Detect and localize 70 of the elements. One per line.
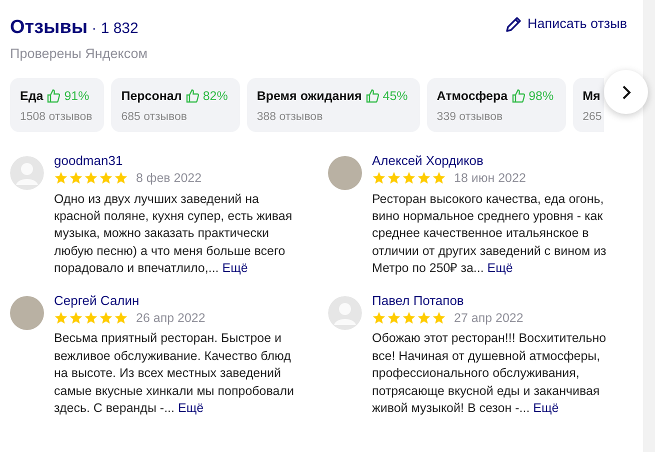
user-photo-placeholder (328, 156, 362, 190)
aspect-chip[interactable]: Атмосфера 98% 339 отзывов (426, 78, 566, 132)
star-icon (402, 171, 416, 186)
star-icon (99, 310, 113, 325)
star-icon (54, 310, 68, 325)
aspect-review-count: 265 (582, 110, 602, 124)
more-link[interactable]: Ещё (533, 400, 559, 415)
star-icon (372, 310, 386, 325)
star-icon (69, 310, 83, 325)
user-photo-placeholder (10, 296, 44, 330)
aspect-review-count: 339 отзывов (436, 110, 504, 124)
star-icon (114, 171, 128, 186)
aspect-chip[interactable]: Мя 265 (572, 78, 604, 132)
next-button[interactable] (604, 70, 648, 114)
aspect-chip[interactable]: Еда 91% 1508 отзывов (10, 78, 104, 132)
star-icon (84, 171, 98, 186)
star-icon (54, 171, 68, 186)
author-name[interactable]: goodman31 (54, 152, 306, 169)
star-icon (84, 310, 98, 325)
star-icon (387, 171, 401, 186)
review-date: 26 апр 2022 (136, 310, 206, 327)
aspect-chip[interactable]: Персонал 82% 685 отзывов (111, 78, 240, 132)
review-text: Обожаю этот ресторан!!! Восхитительно все! Начиная от душевной атмосферы, профессионального обслуживания, потрясающе вкусной еды и заканчивая живой музыкой! В сезон -... Ещё (372, 330, 608, 417)
star-icon (402, 310, 416, 325)
default-avatar (10, 156, 44, 190)
pencil-icon (504, 16, 522, 33)
more-link[interactable]: Ещё (487, 261, 513, 276)
aspect-review-count: 685 отзывов (121, 110, 188, 124)
aspect-label: Атмосфера (436, 88, 508, 105)
section-title: Отзывы (10, 16, 88, 40)
star-icon (99, 171, 113, 186)
aspect-percent: 45% (382, 88, 408, 105)
star-icon (432, 310, 446, 325)
review-text: Одно из двух лучших заведений на красной поляне, кухня супер, есть живая музыка, можно заказать практически любую песню) а что меня больше всего порадовало и впечатлило,... Ещё (54, 190, 294, 278)
author-name[interactable]: Сергей Салин (54, 292, 306, 309)
star-icon (69, 171, 83, 186)
review-text: Весьма приятный ресторан. Быстрое и вежливое обслуживание. Качество блюд на высоте. Из всех местных заведений самые вкусные хинкали мы попробовали здесь. С веранды -... Ещё (54, 330, 295, 417)
star-icon (387, 310, 401, 325)
star-icon (417, 171, 431, 186)
author-name[interactable]: Алексей Хордиков (372, 152, 624, 169)
review-text: Ресторан высокого качества, еда огонь, вино нормальное среднего уровня - как среднее качественное итальянское в отличии от других заведений с вином из Метро по 250₽ за... Ещё (372, 190, 608, 278)
aspect-review-count: 1508 отзывов (20, 110, 92, 124)
star-icon (432, 171, 446, 186)
more-link[interactable]: Ещё (222, 261, 248, 276)
aspect-chip[interactable]: Время ожидания 45% 388 отзывов (246, 78, 420, 132)
thumbs-up-icon (47, 89, 60, 104)
star-icon (114, 310, 128, 325)
aspect-percent: 91% (64, 88, 90, 105)
write-review-button[interactable]: Написать отзыв (504, 14, 627, 34)
aspect-label: Персонал (121, 88, 182, 105)
review-count: · 1 832 (92, 19, 138, 39)
default-avatar (328, 296, 362, 330)
aspect-label: Время ожидания (256, 88, 362, 105)
thumbs-up-icon (186, 89, 199, 104)
review-date: 18 июн 2022 (454, 170, 526, 187)
star-icon (372, 171, 386, 186)
aspect-review-count: 388 отзывов (256, 110, 324, 124)
star-icon (417, 310, 431, 325)
aspect-percent: 82% (202, 88, 228, 105)
aspect-percent: 98% (528, 88, 554, 105)
aspect-label: Мя (582, 88, 600, 105)
aspect-label: Еда (20, 88, 44, 105)
thumbs-up-icon (512, 89, 525, 104)
review-date: 27 апр 2022 (454, 310, 524, 327)
thumbs-up-icon (366, 89, 379, 104)
author-name[interactable]: Павел Потапов (372, 292, 624, 309)
review-date: 8 фев 2022 (136, 170, 202, 187)
chevron-right-icon (622, 84, 630, 100)
verified-note: Проверены Яндексом (10, 44, 148, 63)
more-link[interactable]: Ещё (178, 400, 204, 415)
